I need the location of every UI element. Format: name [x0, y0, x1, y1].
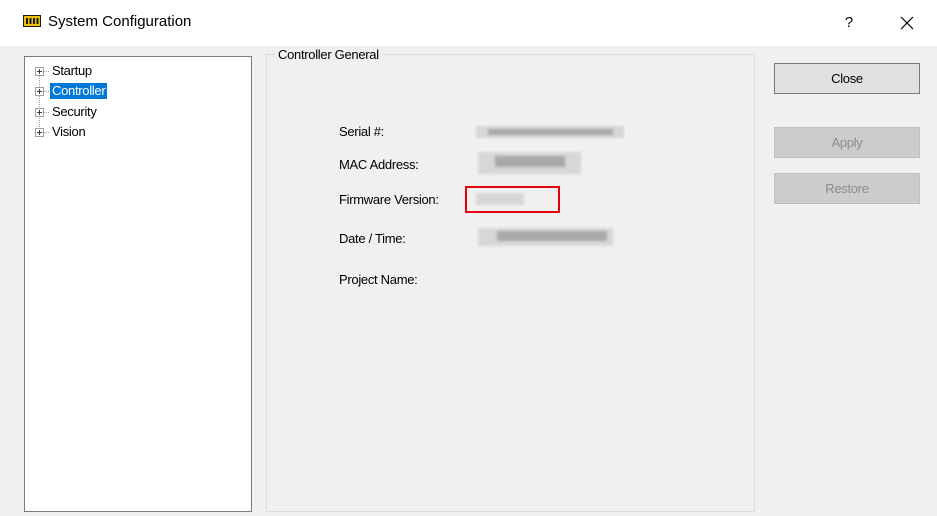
serial-value-redacted-detail [488, 129, 613, 135]
display-adapter-icon [23, 15, 41, 27]
expand-icon[interactable] [35, 127, 44, 137]
restore-button[interactable]: Restore [774, 173, 920, 204]
window-title: System Configuration [48, 13, 192, 30]
tree-item-startup[interactable]: Startup [35, 63, 94, 79]
expand-icon[interactable] [35, 86, 44, 96]
tree-item-label: Startup [52, 63, 92, 78]
config-tree[interactable]: Startup Controller Security Vision [24, 56, 252, 512]
date-time-label: Date / Time: [339, 231, 406, 246]
date-time-value-redacted-detail [497, 231, 607, 241]
close-button[interactable]: Close [774, 63, 920, 94]
close-icon[interactable] [893, 9, 921, 37]
project-name-label: Project Name: [339, 272, 418, 287]
expand-icon[interactable] [35, 107, 44, 117]
tree-item-vision[interactable]: Vision [35, 124, 87, 140]
tree-item-label: Vision [52, 124, 86, 139]
group-title: Controller General [275, 47, 382, 62]
mac-address-label: MAC Address: [339, 157, 419, 172]
help-button[interactable]: ? [836, 10, 862, 36]
title-bar: System Configuration ? [0, 0, 937, 46]
firmware-version-label: Firmware Version: [339, 192, 439, 207]
apply-button[interactable]: Apply [774, 127, 920, 158]
tree-item-label: Security [52, 104, 97, 119]
tree-item-controller[interactable]: Controller [35, 83, 108, 99]
tree-item-security[interactable]: Security [35, 104, 99, 120]
expand-icon[interactable] [35, 66, 44, 76]
firmware-highlight-box [465, 186, 560, 213]
serial-label: Serial #: [339, 124, 384, 139]
mac-value-redacted-detail [495, 156, 565, 167]
tree-item-label: Controller [50, 83, 108, 99]
